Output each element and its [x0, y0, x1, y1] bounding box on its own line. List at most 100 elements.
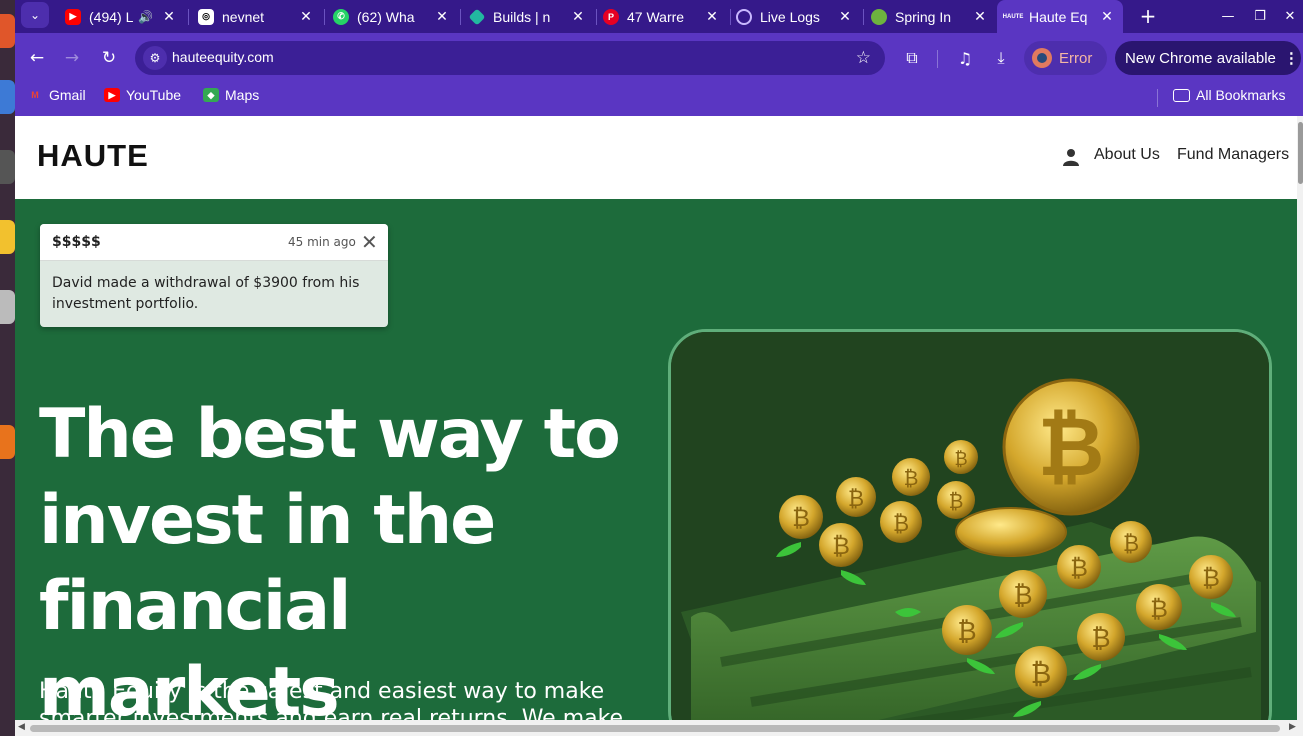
- tab-title: (62) Wha: [357, 8, 415, 25]
- dock-app-icon[interactable]: [0, 14, 15, 48]
- svg-text:₿: ₿: [957, 617, 976, 647]
- all-bookmarks-button[interactable]: All Bookmarks: [1173, 87, 1285, 103]
- svg-text:₿: ₿: [832, 532, 850, 560]
- close-tab-icon[interactable]: ✕: [298, 8, 314, 25]
- tab-live-logs[interactable]: Live Logs ✕: [728, 0, 861, 33]
- tab-search-button[interactable]: ⌄: [21, 2, 49, 28]
- folder-icon: [1173, 88, 1190, 102]
- toast-header: $$$$$ 45 min ago ✕: [40, 224, 388, 261]
- svg-text:₿: ₿: [792, 504, 810, 532]
- horizontal-scroll-thumb[interactable]: [30, 725, 1280, 732]
- bookmark-maps[interactable]: ◆ Maps: [203, 87, 259, 103]
- tab-pinterest[interactable]: P 47 Warre ✕: [595, 0, 728, 33]
- chrome-update-button[interactable]: New Chrome available ⋮: [1115, 41, 1301, 75]
- tab-nevnet[interactable]: ◎ nevnet ✕: [190, 0, 322, 33]
- vertical-scroll-thumb[interactable]: [1298, 122, 1303, 184]
- menu-dots-icon[interactable]: ⋮: [1284, 49, 1299, 67]
- restore-button[interactable]: ❐: [1248, 4, 1272, 28]
- youtube-icon: ▶: [65, 8, 81, 25]
- maps-icon: ◆: [203, 88, 219, 102]
- back-button[interactable]: ←: [24, 45, 50, 71]
- bookmark-label: YouTube: [126, 87, 182, 103]
- nav-about-us[interactable]: About Us: [1094, 146, 1160, 164]
- media-controls-icon[interactable]: ♫: [952, 45, 978, 71]
- haute-favicon: HAUTE: [1002, 13, 1024, 20]
- address-bar[interactable]: ⚙ hauteequity.com ☆: [135, 41, 885, 75]
- tab-title: Live Logs: [760, 8, 820, 25]
- svg-text:₿: ₿: [904, 466, 919, 490]
- close-tab-icon[interactable]: ✕: [837, 8, 853, 25]
- whatsapp-icon: ✆: [333, 8, 349, 25]
- dock-app-icon[interactable]: [0, 150, 15, 184]
- svg-text:₿: ₿: [949, 489, 964, 513]
- site-info-icon[interactable]: ⚙: [143, 46, 167, 70]
- tab-title: Haute Eq: [1029, 8, 1088, 25]
- browser-toolbar: ← → ↻ ⚙ hauteequity.com ☆ ⧉ ♫ ⤓ Error Ne…: [15, 33, 1303, 81]
- svg-text:₿: ₿: [848, 487, 864, 512]
- tab-title: Builds | n: [493, 8, 551, 25]
- pinterest-icon: P: [603, 8, 619, 25]
- close-window-button[interactable]: ✕: [1278, 4, 1302, 28]
- bitcoin-garden-image: ₿ ₿ ₿ ₿ ₿ ₿ ₿ ₿ ₿ ₿ ₿ ₿ ₿ ₿ ₿ ₿: [668, 329, 1272, 720]
- svg-text:₿: ₿: [1070, 554, 1088, 582]
- extensions-icon[interactable]: ⧉: [899, 45, 925, 71]
- tab-spring[interactable]: Spring In ✕: [863, 0, 996, 33]
- dock-app-icon[interactable]: [0, 80, 15, 114]
- scroll-left-icon[interactable]: ◀: [18, 722, 25, 732]
- svg-text:₿: ₿: [954, 449, 967, 470]
- chatgpt-icon: ◎: [198, 8, 214, 25]
- profile-avatar-icon: [1032, 48, 1052, 68]
- download-icon[interactable]: ⤓: [988, 45, 1014, 71]
- scroll-right-icon[interactable]: ▶: [1289, 722, 1296, 732]
- svg-text:₿: ₿: [1123, 532, 1139, 557]
- os-dock: [0, 0, 15, 736]
- bookmark-star-icon[interactable]: ☆: [856, 48, 871, 68]
- site-logo[interactable]: HAUTE: [37, 138, 149, 174]
- tab-whatsapp[interactable]: ✆ (62) Wha ✕: [325, 0, 458, 33]
- new-tab-button[interactable]: +: [1135, 4, 1161, 28]
- svg-text:₿: ₿: [1150, 595, 1168, 623]
- tab-strip: ⌄ ▶ (494) L 🔊 ✕ ◎ nevnet ✕ ✆ (62) Wha ✕ …: [15, 0, 1303, 33]
- close-tab-icon[interactable]: ✕: [434, 8, 450, 25]
- tab-title: nevnet: [222, 8, 265, 25]
- forward-button[interactable]: →: [59, 45, 85, 71]
- nav-fund-managers[interactable]: Fund Managers: [1177, 146, 1289, 164]
- browser-chrome: ⌄ ▶ (494) L 🔊 ✕ ◎ nevnet ✕ ✆ (62) Wha ✕ …: [15, 0, 1303, 116]
- close-tab-icon[interactable]: ✕: [1099, 8, 1115, 25]
- toast-title: $$$$$: [52, 234, 101, 250]
- close-icon[interactable]: ✕: [361, 230, 378, 254]
- site-header: HAUTE About Us Fund Managers: [15, 116, 1297, 199]
- bookmark-label: Maps: [225, 87, 260, 103]
- close-tab-icon[interactable]: ✕: [972, 8, 988, 25]
- vertical-scrollbar[interactable]: [1297, 116, 1303, 720]
- dock-app-icon[interactable]: [0, 220, 15, 254]
- audio-icon[interactable]: 🔊: [138, 10, 153, 24]
- update-label: New Chrome available: [1125, 49, 1276, 67]
- youtube-icon: ▶: [104, 88, 120, 102]
- svg-text:₿: ₿: [1038, 400, 1105, 495]
- tab-title: (494) L: [89, 8, 134, 25]
- close-tab-icon[interactable]: ✕: [704, 8, 720, 25]
- tab-youtube[interactable]: ▶ (494) L 🔊 ✕: [57, 0, 185, 33]
- reload-button[interactable]: ↻: [96, 45, 122, 71]
- all-bookmarks-label: All Bookmarks: [1196, 87, 1286, 103]
- bookmark-youtube[interactable]: ▶ YouTube: [104, 87, 181, 103]
- web-page: HAUTE About Us Fund Managers $$$$$ 45 mi…: [15, 116, 1297, 720]
- hero-title: The best way to invest in the financial …: [39, 395, 621, 720]
- tab-haute-equity[interactable]: HAUTE Haute Eq ✕: [997, 0, 1123, 33]
- svg-text:₿: ₿: [1031, 657, 1052, 690]
- dock-app-icon[interactable]: [0, 290, 15, 324]
- minimize-button[interactable]: —: [1216, 4, 1240, 28]
- tab-title: 47 Warre: [627, 8, 685, 25]
- tab-builds[interactable]: Builds | n ✕: [461, 0, 594, 33]
- bitcoin-garden-illustration: ₿ ₿ ₿ ₿ ₿ ₿ ₿ ₿ ₿ ₿ ₿ ₿ ₿ ₿ ₿ ₿: [671, 332, 1269, 720]
- close-tab-icon[interactable]: ✕: [161, 8, 177, 25]
- user-icon[interactable]: [1063, 148, 1079, 166]
- profile-error-button[interactable]: Error: [1024, 41, 1107, 75]
- url-text[interactable]: hauteequity.com: [172, 49, 274, 65]
- bookmark-gmail[interactable]: M Gmail: [27, 87, 85, 103]
- error-label: Error: [1059, 49, 1093, 67]
- dock-app-icon[interactable]: [0, 425, 15, 459]
- close-tab-icon[interactable]: ✕: [570, 8, 586, 25]
- bookmarks-bar: M Gmail ▶ YouTube ◆ Maps All Bookmarks: [15, 81, 1303, 116]
